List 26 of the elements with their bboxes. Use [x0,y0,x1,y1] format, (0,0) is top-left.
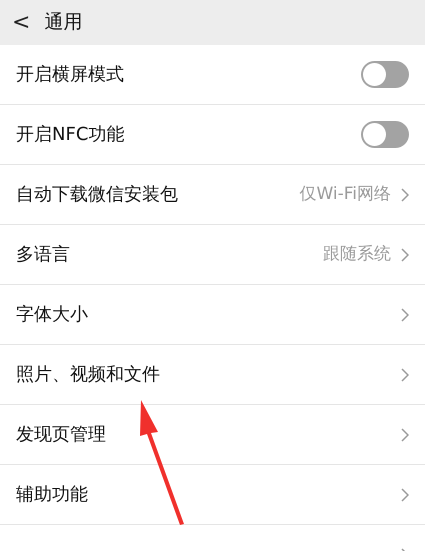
settings-row[interactable]: 开启NFC功能 [0,105,425,165]
row-label: 照片、视频和文件 [16,363,161,387]
settings-row[interactable]: 字体大小 [0,285,425,345]
row-label: 发现页管理 [16,423,107,447]
chevron-icon [401,488,409,502]
row-label: 多语言 [16,243,71,267]
chevron-icon [401,188,409,202]
row-label: 开启NFC功能 [16,123,126,147]
settings-row[interactable]: 多语言 跟随系统 [0,225,425,285]
row-label: 字体大小 [16,303,89,327]
row-value: 跟随系统 [323,242,391,266]
row-label: 开启横屏模式 [16,63,125,87]
settings-row[interactable]: 照片、视频和文件 [0,345,425,405]
chevron-icon [401,248,409,262]
page-title: 通用 [44,10,82,36]
toggle-switch[interactable] [361,61,409,88]
chevron-icon [401,308,409,322]
row-label: 自动下载微信安装包 [16,183,179,207]
row-label: 辅助功能 [16,483,89,507]
settings-row[interactable]: 开启横屏模式 [0,45,425,105]
back-button[interactable]: < [12,12,30,34]
chevron-icon [401,428,409,442]
row-value: 仅Wi-Fi网络 [299,182,391,206]
settings-row[interactable]: 自动下载微信安装包 仅Wi-Fi网络 [0,165,425,225]
toggle-switch[interactable] [361,121,409,148]
chevron-icon [401,368,409,382]
